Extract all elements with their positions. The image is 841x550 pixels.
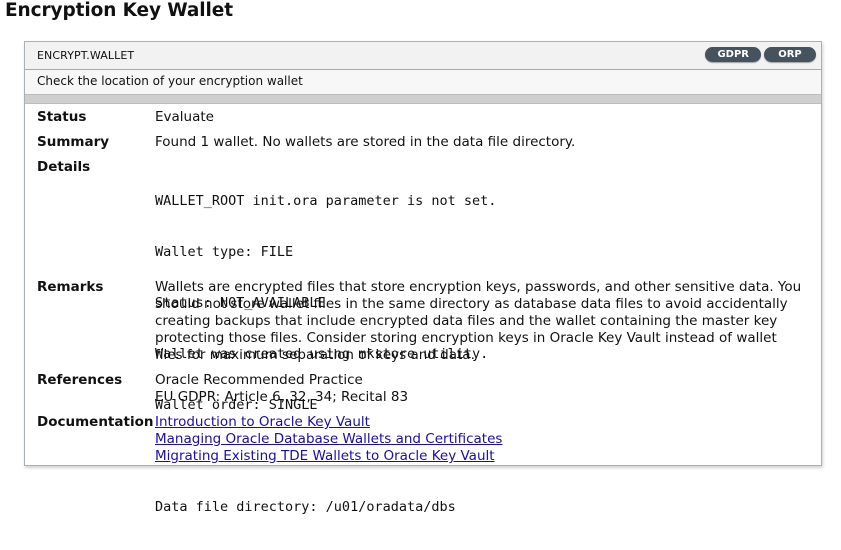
reference-line: EU GDPR: Article 6, 32, 34; Recital 83	[155, 389, 409, 405]
card-subtitle: Check the location of your encryption wa…	[25, 70, 821, 94]
details-line: Data file directory: /u01/oradata/dbs	[155, 499, 456, 515]
details-line: WALLET_ROOT init.ora parameter is not se…	[155, 193, 497, 209]
documentation-links: Introduction to Oracle Key Vault Managin…	[155, 414, 811, 465]
status-value: Evaluate	[155, 109, 214, 125]
remarks-line: creating backups that include encrypted …	[155, 313, 778, 329]
summary-label: Summary	[37, 134, 110, 150]
tag-list: GDPR ORP	[705, 47, 816, 62]
references-label: References	[37, 372, 123, 388]
remarks-line: files for maximum separation of keys and…	[155, 347, 475, 363]
references-value: Oracle Recommended Practice EU GDPR: Art…	[155, 372, 811, 406]
remarks-line: should not store wallet files in the sam…	[155, 296, 788, 312]
check-id: ENCRYPT.WALLET	[37, 49, 135, 62]
doc-link-key-vault-intro[interactable]: Introduction to Oracle Key Vault	[155, 414, 811, 431]
remarks-line: Wallets are encrypted files that store e…	[155, 279, 802, 295]
details-label: Details	[37, 159, 91, 175]
page-title: Encryption Key Wallet	[5, 0, 233, 21]
details-line: Wallet type: FILE	[155, 244, 294, 260]
documentation-label: Documentation	[37, 414, 154, 430]
remarks-label: Remarks	[37, 279, 104, 295]
divider	[25, 94, 821, 104]
doc-link-migrating-tde-wallets[interactable]: Migrating Existing TDE Wallets to Oracle…	[155, 448, 811, 465]
doc-link-managing-wallets[interactable]: Managing Oracle Database Wallets and Cer…	[155, 431, 811, 448]
finding-card: ENCRYPT.WALLET GDPR ORP Check the locati…	[24, 41, 822, 515]
tag-orp[interactable]: ORP	[764, 47, 816, 62]
tag-gdpr[interactable]: GDPR	[705, 47, 761, 62]
card-header: ENCRYPT.WALLET GDPR ORP	[25, 42, 821, 70]
reference-line: Oracle Recommended Practice	[155, 372, 363, 388]
remarks-value: Wallets are encrypted files that store e…	[155, 279, 811, 364]
status-label: Status	[37, 109, 87, 125]
remarks-line: protecting those files. Consider storing…	[155, 330, 777, 346]
summary-value: Found 1 wallet. No wallets are stored in…	[155, 134, 576, 150]
